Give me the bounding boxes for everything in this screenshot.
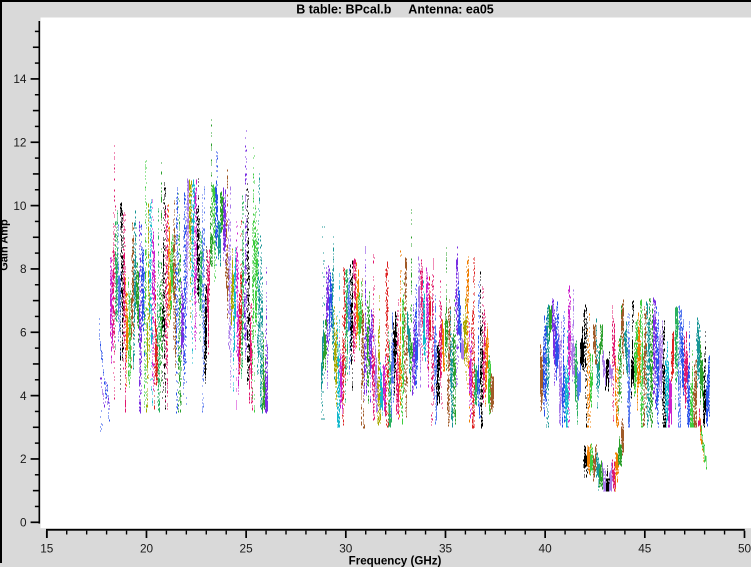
svg-text:35: 35 (439, 542, 453, 556)
svg-text:10: 10 (13, 199, 27, 213)
svg-text:B table: BPcal.b Antenna:: B table: BPcal.b Antenna: ea05 (296, 3, 494, 17)
svg-text:8: 8 (20, 262, 27, 276)
svg-text:40: 40 (539, 542, 553, 556)
svg-text:45: 45 (638, 542, 652, 556)
svg-text:20: 20 (140, 542, 154, 556)
svg-text:14: 14 (13, 72, 27, 86)
svg-text:25: 25 (240, 542, 254, 556)
svg-text:30: 30 (339, 542, 353, 556)
svg-text:15: 15 (40, 542, 54, 556)
svg-text:0: 0 (20, 516, 27, 530)
svg-text:4: 4 (20, 389, 27, 403)
svg-text:6: 6 (20, 326, 27, 340)
svg-text:Gain Amp: Gain Amp (0, 219, 11, 271)
svg-text:50: 50 (738, 542, 751, 556)
svg-text:Frequency (GHz): Frequency (GHz) (349, 555, 442, 567)
svg-text:12: 12 (13, 136, 26, 150)
svg-text:2: 2 (20, 452, 27, 466)
